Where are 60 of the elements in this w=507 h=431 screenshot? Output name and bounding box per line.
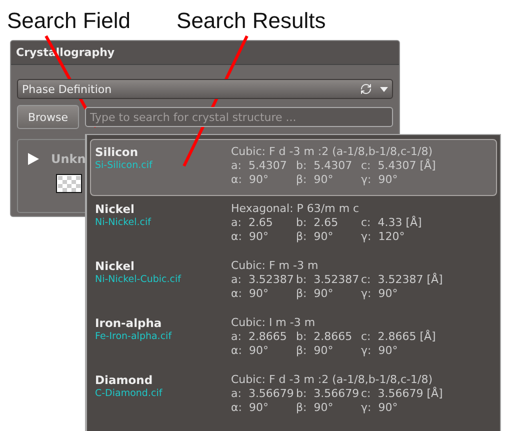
lattice-angle: γ: 90° — [361, 173, 399, 186]
expand-triangle-icon[interactable] — [28, 153, 39, 165]
symmetry-text: Cubic: F m -3 m — [231, 259, 320, 272]
annotation-label: Search Field — [7, 8, 131, 35]
caret-icon[interactable] — [380, 86, 388, 92]
lattice-angle: α: 90° — [231, 287, 270, 300]
phase-dropdown[interactable]: Phase Definition — [17, 79, 393, 99]
lattice-angle: β: 90° — [296, 287, 334, 300]
structure-name: Diamond — [95, 373, 154, 387]
lattice-length: c: 5.4307 [Å] — [361, 159, 437, 172]
result-item[interactable]: Iron-alpha Fe-Iron-alpha.cif Cubic: I m -3 m a: 2.8665 b: 2.8665 c: 2.8665 [Å] α: 90° β: 90° γ: 90° — [90, 310, 497, 367]
result-item[interactable]: Diamond C-Diamond.cif Cubic: F d -3 m :2 (a-1/8,b-1/8,c-1/8) a: 3.56679 b: 3.56679 c: 3.56679 [Å] α: 90° β: 90° γ: 90° — [90, 367, 497, 424]
phase-name: Unkn — [51, 152, 86, 166]
lattice-angle: γ: 90° — [361, 401, 399, 414]
lattice-length: a: 2.8665 — [231, 330, 288, 343]
lattice-angle: γ: 90° — [361, 287, 399, 300]
file-name: C-Diamond.cif — [95, 388, 164, 399]
lattice-length: b: 2.65 — [296, 216, 340, 229]
structure-name: Nickel — [95, 259, 136, 273]
search-field[interactable]: Type to search for crystal structure ... — [85, 107, 393, 127]
lattice-angle: α: 90° — [231, 401, 270, 414]
lattice-angle: α: 90° — [231, 344, 270, 357]
lattice-angle: α: 90° — [231, 230, 270, 243]
lattice-length: c: 2.8665 [Å] — [361, 330, 437, 343]
lattice-length: a: 2.65 — [231, 216, 274, 229]
lattice-length: a: 3.52387 — [231, 273, 295, 286]
file-name: Fe-Iron-alpha.cif — [95, 331, 173, 342]
symmetry-text: Cubic: F d -3 m :2 (a-1/8,b-1/8,c-1/8) — [231, 373, 434, 386]
lattice-length: b: 3.52387 — [296, 273, 360, 286]
lattice-angle: α: 90° — [231, 173, 270, 186]
structure-name: Nickel — [95, 202, 136, 216]
lattice-angle: β: 90° — [296, 173, 334, 186]
lattice-length: c: 3.52387 [Å] — [361, 273, 444, 286]
result-item[interactable]: Nickel Ni-Nickel.cif Hexagonal: P 63/m m c a: 2.65 b: 2.65 c: 4.33 [Å] α: 90° β: 90° γ: 120° — [90, 196, 497, 253]
annotation-label: Search Results — [176, 8, 326, 35]
lattice-angle: β: 90° — [296, 344, 334, 357]
refresh-icon[interactable] — [360, 83, 372, 95]
file-name: Si-Silicon.cif — [95, 160, 154, 171]
lattice-length: b: 2.8665 — [296, 330, 354, 343]
lattice-angle: γ: 120° — [361, 230, 406, 243]
result-item[interactable]: Silicon Si-Silicon.cif Cubic: F d -3 m :2 (a-1/8,b-1/8,c-1/8) a: 5.4307 b: 5.4307 c: 5.4307 [Å] α: 90° β: 90° γ: 90° — [90, 139, 497, 196]
lattice-length: a: 3.56679 — [231, 387, 295, 400]
browse-button[interactable]: Browse — [17, 105, 79, 129]
symmetry-text: Hexagonal: P 63/m m c — [231, 202, 360, 215]
lattice-angle: β: 90° — [296, 401, 334, 414]
file-name: Ni-Nickel.cif — [95, 217, 152, 228]
lattice-length: a: 5.4307 — [231, 159, 288, 172]
checkerboard-icon — [56, 174, 82, 193]
lattice-angle: β: 90° — [296, 230, 334, 243]
lattice-length: b: 5.4307 — [296, 159, 354, 172]
result-item[interactable]: Nickel Ni-Nickel-Cubic.cif Cubic: F m -3 m a: 3.52387 b: 3.52387 c: 3.52387 [Å] α: 90° β: 90° γ: 90° — [90, 253, 497, 310]
symmetry-text: Cubic: F d -3 m :2 (a-1/8,b-1/8,c-1/8) — [231, 145, 434, 158]
lattice-angle: γ: 90° — [361, 344, 399, 357]
file-name: Ni-Nickel-Cubic.cif — [95, 274, 182, 285]
lattice-length: b: 3.56679 — [296, 387, 360, 400]
structure-name: Iron-alpha — [95, 316, 163, 330]
lattice-length: c: 3.56679 [Å] — [361, 387, 444, 400]
lattice-length: c: 4.33 [Å] — [361, 216, 423, 229]
structure-name: Silicon — [95, 145, 140, 159]
symmetry-text: Cubic: I m -3 m — [231, 316, 316, 329]
